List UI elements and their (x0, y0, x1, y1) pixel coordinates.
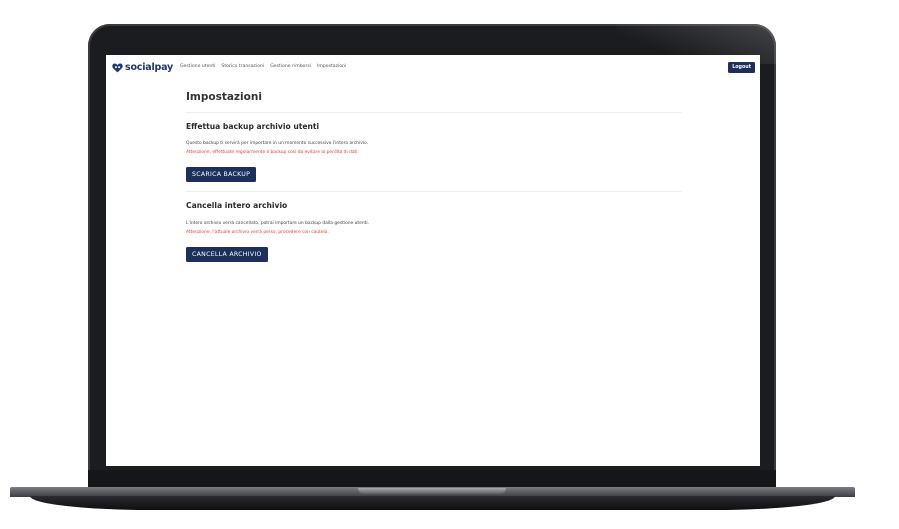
nav-link-gestione-rimborsi[interactable]: Gestione rimborsi (270, 64, 311, 69)
backup-section-title: Effettua backup archivio utenti (186, 122, 320, 131)
app-screen: socialpay Gestione utenti Storico transa… (106, 55, 760, 466)
backup-description: Questo backup ti servirà per importare i… (186, 141, 369, 146)
divider (186, 191, 682, 192)
nav-link-impostazioni[interactable]: Impostazioni (317, 64, 346, 69)
nav-link-storico-transazioni[interactable]: Storico transazioni (221, 64, 264, 69)
delete-warning: Attenzione, l'attuale archivio verrà per… (186, 230, 329, 235)
top-navbar: socialpay Gestione utenti Storico transa… (106, 55, 760, 81)
nav-links: Gestione utenti Storico transazioni Gest… (180, 64, 346, 69)
delete-description: L'intero archivio verrà cancellato, potr… (186, 221, 369, 226)
delete-section-title: Cancella intero archivio (186, 201, 288, 210)
laptop-base-bottom (30, 496, 835, 510)
heart-logo-icon (112, 62, 123, 73)
laptop-hinge-notch (358, 488, 506, 494)
page-title: Impostazioni (186, 91, 262, 103)
backup-warning: Attenzione, effettuate regolarmente il b… (186, 150, 359, 155)
nav-link-gestione-utenti[interactable]: Gestione utenti (180, 64, 215, 69)
brand-name: socialpay (125, 62, 174, 73)
download-backup-button[interactable]: SCARICA BACKUP (186, 167, 257, 182)
divider (186, 112, 682, 113)
brand-logo[interactable]: socialpay (112, 62, 173, 73)
laptop-bezel-bottom (88, 470, 776, 488)
delete-archive-button[interactable]: CANCELLA ARCHIVIO (186, 247, 268, 262)
logout-button[interactable]: Logout (728, 62, 755, 73)
